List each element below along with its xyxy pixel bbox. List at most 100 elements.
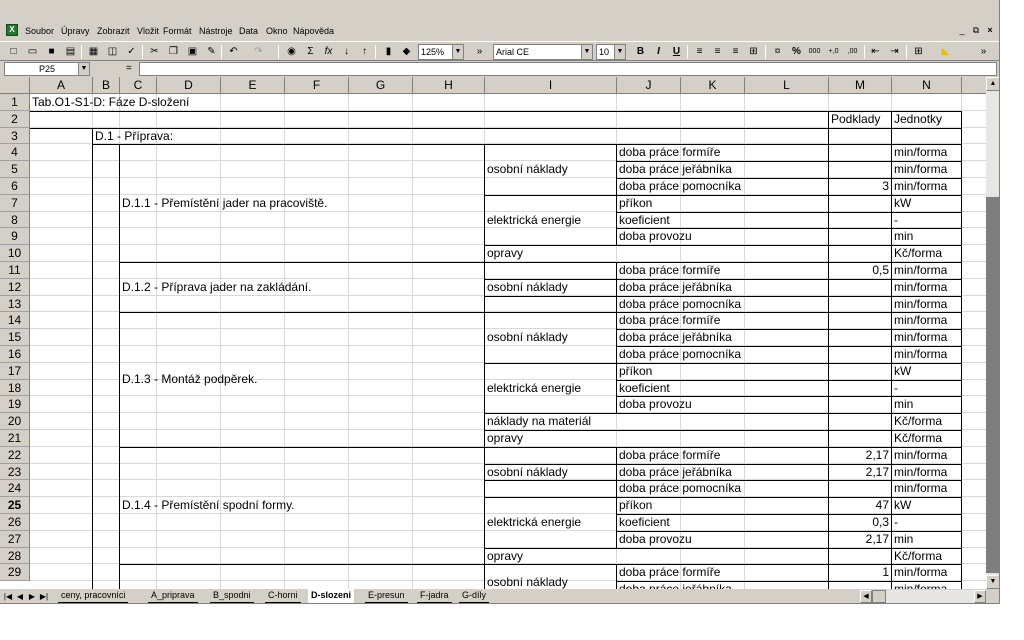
row-header[interactable]: 3 xyxy=(0,127,30,145)
unit-cell[interactable]: min/forma xyxy=(892,144,947,161)
fill-color-icon[interactable]: ◣ xyxy=(938,44,953,59)
row-header[interactable]: 26 xyxy=(0,514,30,531)
sheet-tab[interactable]: F-jadra xyxy=(417,589,452,603)
menu-soubor[interactable]: Soubor xyxy=(25,26,54,36)
value-cell[interactable]: 2,17 xyxy=(829,531,892,548)
save-icon[interactable]: ■ xyxy=(44,44,59,59)
row-header[interactable]: 24 xyxy=(0,480,30,498)
vertical-scrollbar[interactable]: ▲ ▼ xyxy=(986,77,999,589)
thousands-button[interactable]: 000 xyxy=(807,44,822,59)
function-icon[interactable]: fx xyxy=(321,44,336,59)
item-label[interactable]: koeficient xyxy=(617,514,670,531)
font-size-select[interactable]: 10 ▼ xyxy=(596,44,626,60)
unit-cell[interactable]: min/forma xyxy=(892,329,947,346)
column-header[interactable]: B xyxy=(93,77,120,94)
column-header[interactable]: J xyxy=(617,77,681,94)
column-header[interactable]: E xyxy=(221,77,285,94)
format-painter-icon[interactable]: ✎ xyxy=(204,44,219,59)
item-label[interactable]: příkon xyxy=(617,363,652,380)
close-button[interactable]: × xyxy=(984,25,996,37)
menu-nastroje[interactable]: Nástroje xyxy=(199,26,233,36)
row-header[interactable]: 15 xyxy=(0,329,30,346)
category-label[interactable]: opravy xyxy=(485,548,523,565)
section-label[interactable]: D.1 - Příprava: xyxy=(93,128,173,145)
item-label[interactable]: doba práce pomocníka xyxy=(617,346,741,363)
item-label[interactable]: doba práce jeřábníka xyxy=(617,279,732,296)
unit-cell[interactable]: min/forma xyxy=(892,480,947,497)
sheet-tab[interactable]: ceny, pracovníci xyxy=(58,589,129,603)
font-select[interactable]: Arial CE ▼ xyxy=(493,44,593,60)
column-header[interactable]: A xyxy=(30,77,93,94)
value-cell[interactable]: 0,3 xyxy=(829,514,892,531)
row-header[interactable]: 7 xyxy=(0,194,30,212)
group-label[interactable]: D.1.2 - Příprava jader na zakládání. xyxy=(120,279,311,296)
item-label[interactable]: doba práce formíře xyxy=(617,312,720,329)
sheet-tab[interactable]: A_priprava xyxy=(148,589,198,603)
item-label[interactable]: doba práce jeřábníka xyxy=(617,161,732,178)
row-header[interactable]: 18 xyxy=(0,379,30,397)
unit-cell[interactable]: Kč/forma xyxy=(892,430,942,447)
item-label[interactable]: příkon xyxy=(617,195,652,212)
column-header[interactable]: G xyxy=(349,77,413,94)
value-cell[interactable]: 2,17 xyxy=(829,464,892,481)
redo-icon[interactable]: ↷ xyxy=(251,44,266,59)
chart-wizard-icon[interactable]: ▮ xyxy=(381,44,396,59)
spreadsheet-grid[interactable]: A B C D E F G H I J K L M N 1 2 3 4 5 6 7 8 9 10 11 12 13 14 15 16 17 1… xyxy=(0,77,986,589)
open-icon[interactable]: ▭ xyxy=(25,44,40,59)
print-icon[interactable]: ▦ xyxy=(86,44,101,59)
unit-cell[interactable]: kW xyxy=(892,195,911,212)
item-label[interactable]: doba práce jeřábníka xyxy=(617,464,732,481)
header-podklady[interactable]: Podklady xyxy=(829,111,880,128)
row-header[interactable]: 28 xyxy=(0,547,30,565)
sort-ascending-icon[interactable]: ↓ xyxy=(339,44,354,59)
item-label[interactable]: doba práce pomocníka xyxy=(617,296,741,313)
category-label[interactable]: elektrická energie xyxy=(485,380,581,397)
unit-cell[interactable]: min/forma xyxy=(892,262,947,279)
sheet-tab[interactable]: C-horni xyxy=(265,589,301,603)
increase-decimal-button[interactable]: +,0 xyxy=(826,44,841,59)
unit-cell[interactable]: min/forma xyxy=(892,279,947,296)
header-jednotky[interactable]: Jednotky xyxy=(892,111,942,128)
column-header[interactable]: L xyxy=(745,77,829,94)
item-label[interactable]: doba práce formíře xyxy=(617,564,720,581)
item-label[interactable]: doba provozu xyxy=(617,531,692,548)
category-label[interactable]: elektrická energie xyxy=(485,212,581,229)
item-label[interactable]: doba práce pomocníka xyxy=(617,178,741,195)
menu-zobrazit[interactable]: Zobrazit xyxy=(97,26,130,36)
unit-cell[interactable]: Kč/forma xyxy=(892,245,942,262)
print-preview-icon[interactable]: ◫ xyxy=(105,44,120,59)
merge-center-icon[interactable]: ⊞ xyxy=(746,44,761,59)
unit-cell[interactable]: min/forma xyxy=(892,312,947,329)
toolbar-options-icon[interactable]: » xyxy=(976,44,991,59)
align-right-icon[interactable]: ≡ xyxy=(728,44,743,59)
row-header[interactable]: 16 xyxy=(0,346,30,363)
category-label[interactable]: osobní náklady xyxy=(485,329,568,346)
category-label[interactable]: osobní náklady xyxy=(485,161,568,178)
underline-button[interactable]: U xyxy=(669,44,684,59)
item-label[interactable]: doba práce formíře xyxy=(617,144,720,161)
row-header[interactable]: 14 xyxy=(0,312,30,330)
paste-icon[interactable]: ▣ xyxy=(185,44,200,59)
permission-icon[interactable]: ▤ xyxy=(63,44,78,59)
column-header-blank[interactable] xyxy=(962,77,986,94)
category-label[interactable]: elektrická energie xyxy=(485,514,581,531)
unit-cell[interactable]: kW xyxy=(892,363,911,380)
new-icon[interactable]: □ xyxy=(6,44,21,59)
category-label[interactable]: náklady na materiál xyxy=(485,413,591,430)
category-label[interactable]: osobní náklady xyxy=(485,279,568,296)
menu-napoveda[interactable]: Nápověda xyxy=(293,26,334,36)
align-center-icon[interactable]: ≡ xyxy=(710,44,725,59)
scroll-thumb[interactable] xyxy=(986,197,999,573)
sheet-tab[interactable]: B_spodni xyxy=(210,589,254,603)
excel-icon[interactable]: X xyxy=(6,24,18,36)
unit-cell[interactable]: min/forma xyxy=(892,447,947,464)
increase-indent-icon[interactable]: ⇥ xyxy=(887,44,902,59)
category-label[interactable]: opravy xyxy=(485,245,523,262)
sheet-tab[interactable]: G-díly xyxy=(459,589,490,603)
row-header[interactable]: 29 xyxy=(0,564,30,582)
toolbar-options-icon[interactable]: » xyxy=(472,44,487,59)
column-header[interactable]: M xyxy=(829,77,892,94)
value-cell[interactable]: 1 xyxy=(829,564,892,581)
menu-vlozit[interactable]: Vložit xyxy=(137,26,159,36)
hyperlink-icon[interactable]: ◉ xyxy=(284,44,299,59)
